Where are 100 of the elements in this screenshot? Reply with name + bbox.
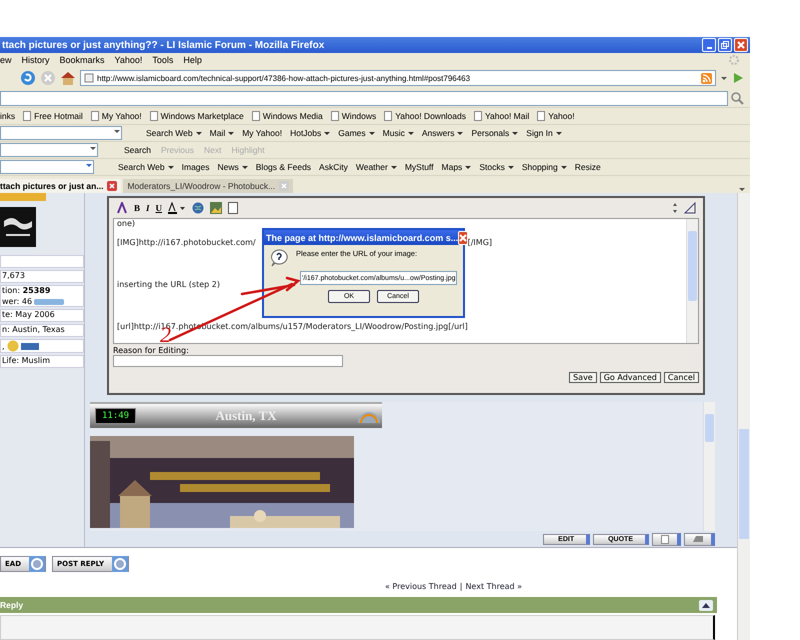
go-icon[interactable] [732, 72, 744, 84]
message-line: [IMG]http://i167.photobucket.com/ [117, 238, 256, 248]
report-button[interactable] [684, 532, 715, 546]
document-icon[interactable] [228, 202, 238, 214]
toolbar-button[interactable]: Blogs & Feeds [256, 162, 312, 172]
caret-icon [457, 130, 464, 136]
toolbar-button[interactable]: AskCity [319, 162, 348, 172]
toolbar-button[interactable]: Shopping [522, 162, 567, 172]
toolbar-button[interactable]: Music [382, 128, 414, 138]
bookmark-link[interactable]: inks [0, 111, 16, 121]
toolbar-button[interactable]: Search Web [118, 162, 174, 172]
format-button[interactable]: I [146, 203, 150, 213]
collapse-button[interactable] [699, 600, 713, 610]
toolbar-button[interactable]: Mail [210, 128, 234, 138]
toolbar-button[interactable]: Personals [471, 128, 518, 138]
smiley-icon [6, 340, 19, 352]
bookmark-link[interactable]: My Yahoo! [90, 111, 142, 121]
caret-icon [512, 130, 518, 136]
search-combo[interactable] [0, 126, 122, 140]
toolbar-button[interactable]: HotJobs [290, 128, 330, 138]
address-field[interactable]: http://www.islamicboard.com/technical-support/47386-how-attach-pictures-just-anything.html#post796463 [80, 70, 716, 86]
toolbar-button[interactable]: News [218, 162, 248, 172]
bookmark-link[interactable]: Yahoo! Downloads [384, 111, 466, 121]
browser-tab[interactable]: ttach pictures or just an... [0, 179, 122, 193]
menu-item[interactable]: History [22, 55, 50, 65]
editor-button[interactable]: Save [569, 372, 597, 383]
menu-item[interactable]: ew [0, 55, 12, 65]
toolbar-button[interactable]: Games [338, 128, 375, 138]
search-icon[interactable] [730, 91, 744, 105]
profile-field: Life: Muslim [0, 355, 84, 368]
close-icon [737, 41, 745, 49]
menu-item[interactable]: Bookmarks [60, 55, 105, 65]
home-icon[interactable] [60, 70, 76, 86]
toolbar-button[interactable]: Sign In [526, 128, 562, 138]
font-icon[interactable] [116, 202, 128, 214]
toolbar-button[interactable]: Answers [422, 128, 464, 138]
close-icon[interactable] [107, 181, 118, 191]
toolbar-button[interactable]: My Yahoo! [242, 128, 282, 138]
reload-icon[interactable] [20, 70, 36, 86]
reason-field[interactable] [113, 355, 343, 367]
caret-icon [465, 164, 472, 170]
toolbar-button[interactable]: Resize [574, 162, 601, 172]
browser-tab[interactable]: Moderators_LI/Woodrow - Photobuck... [123, 179, 294, 193]
toolbar-button[interactable]: Stocks [479, 162, 514, 172]
find-field[interactable] [0, 143, 98, 157]
reason-label: Reason for Editing: [113, 346, 190, 355]
image-icon[interactable] [210, 202, 222, 214]
page-icon [661, 534, 669, 544]
city-name: Austin, TX [214, 408, 278, 424]
menu-item[interactable]: Help [183, 55, 202, 65]
toolbar-button[interactable]: Search Web [146, 128, 202, 138]
tab-icon [693, 536, 703, 542]
previous-thread-link[interactable]: « Previous Thread [384, 582, 457, 591]
caret-icon [560, 164, 567, 170]
toolbar-button[interactable]: Images [182, 162, 210, 172]
resize-icon[interactable] [672, 202, 678, 214]
menu-item[interactable]: Tools [152, 55, 174, 65]
format-button[interactable]: U [156, 203, 162, 213]
profile-field: te: May 2006 [0, 309, 84, 322]
scrollbar[interactable] [703, 402, 715, 532]
clock-display: 11:49 [95, 408, 136, 424]
next-thread-link[interactable]: Next Thread » [465, 582, 522, 591]
reply-title: Reply [0, 600, 24, 610]
caret-icon [89, 144, 97, 152]
globe-icon[interactable] [192, 202, 204, 214]
caret-icon [113, 127, 121, 135]
caret-icon[interactable] [720, 74, 728, 82]
scrollbar[interactable] [686, 219, 698, 343]
close-button[interactable] [734, 38, 748, 52]
bookmark-link[interactable]: Yahoo! [537, 111, 575, 121]
bookmark-link[interactable]: Windows Media [252, 111, 323, 121]
bookmark-link[interactable]: Free Hotmail [23, 111, 83, 121]
message-line: inserting the URL (step 2) [117, 280, 220, 290]
profile-field: n: Austin, Texas [0, 324, 84, 337]
reputation-bar [34, 298, 64, 304]
bookmark-link[interactable]: Windows Marketplace [150, 111, 244, 121]
bookmark-link[interactable]: Windows [330, 111, 376, 121]
page-icon [84, 73, 94, 83]
message-line: [/IMG] [468, 238, 492, 248]
menu-item[interactable]: Yahoo! [114, 55, 142, 65]
editor-button[interactable]: Go Advanced [600, 372, 661, 383]
toolbar-button[interactable]: MyStuff [404, 162, 434, 172]
bookmark-link[interactable]: Yahoo! Mail [474, 111, 530, 121]
editor-button[interactable]: Cancel [664, 372, 699, 383]
search-field[interactable] [0, 90, 728, 106]
feed-icon[interactable] [701, 72, 712, 84]
toolbar-button[interactable]: Maps [442, 162, 472, 172]
close-icon [459, 234, 468, 242]
format-button[interactable]: B [134, 203, 140, 213]
text-color-icon[interactable] [168, 202, 186, 214]
scrollbar[interactable] [737, 193, 750, 640]
toolbar-button[interactable]: Weather [356, 162, 397, 172]
link-separator: | [460, 582, 462, 591]
restore-button[interactable] [718, 38, 732, 52]
search-combo[interactable] [0, 160, 94, 174]
minimize-button[interactable] [702, 38, 716, 52]
find-button[interactable]: Search [124, 145, 151, 155]
close-button[interactable] [458, 230, 468, 244]
quick-reply-button[interactable] [652, 532, 681, 546]
font-size-icon[interactable] [684, 202, 696, 214]
